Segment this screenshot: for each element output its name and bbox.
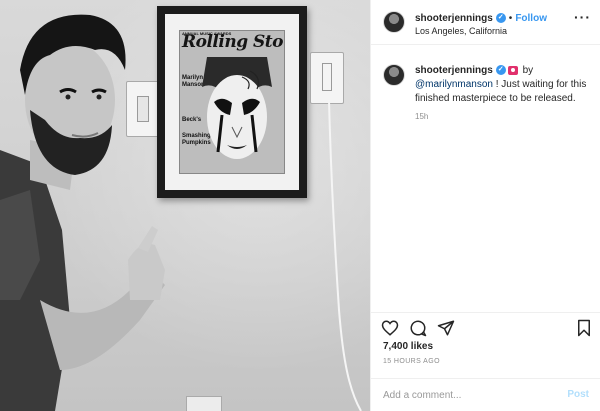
action-bar [371, 312, 600, 342]
comment-bar: Post [371, 378, 600, 411]
heart-icon[interactable] [381, 319, 399, 337]
avatar[interactable] [383, 11, 405, 33]
cover-face-illustration [202, 57, 272, 159]
more-options-icon[interactable]: ··· [574, 10, 591, 24]
power-cord [328, 100, 362, 411]
comment-input[interactable] [383, 387, 553, 403]
post-sidebar: shooterjennings ✓ • Follow Los Angeles, Cal… [370, 0, 600, 411]
caption-text: shooterjennings ✓ by @marilynmanson ! Jus… [415, 64, 591, 106]
likes-count[interactable]: 7,400 likes [383, 341, 433, 352]
caption-timestamp[interactable]: 15h [415, 112, 428, 121]
post-comment-button[interactable]: Post [567, 389, 589, 400]
bookmark-icon[interactable] [575, 319, 593, 337]
post-timestamp[interactable]: 15 HOURS AGO [383, 358, 440, 365]
camera-icon [507, 65, 518, 75]
verified-badge-icon: ✓ [495, 65, 506, 76]
caption-by: by [522, 65, 534, 76]
follow-button[interactable]: Follow [515, 13, 547, 24]
header-username[interactable]: shooterjennings [415, 13, 493, 24]
share-icon[interactable] [437, 319, 455, 337]
person-pointing [0, 14, 165, 411]
location-link[interactable]: Los Angeles, California [415, 26, 507, 36]
wall-outlet [310, 52, 344, 104]
separator-dot: • [508, 13, 513, 24]
caption-avatar[interactable] [383, 64, 405, 86]
verified-badge-icon: ✓ [495, 13, 506, 24]
mention-link[interactable]: @marilynmanson [415, 79, 493, 90]
post-header: shooterjennings ✓ • Follow Los Angeles, Cal… [371, 0, 600, 45]
post-photo[interactable]: Rolling Stone ANNUAL MUSIC AWARDS Marily… [0, 0, 370, 411]
caption-username[interactable]: shooterjennings [415, 65, 493, 76]
comment-icon[interactable] [409, 319, 427, 337]
